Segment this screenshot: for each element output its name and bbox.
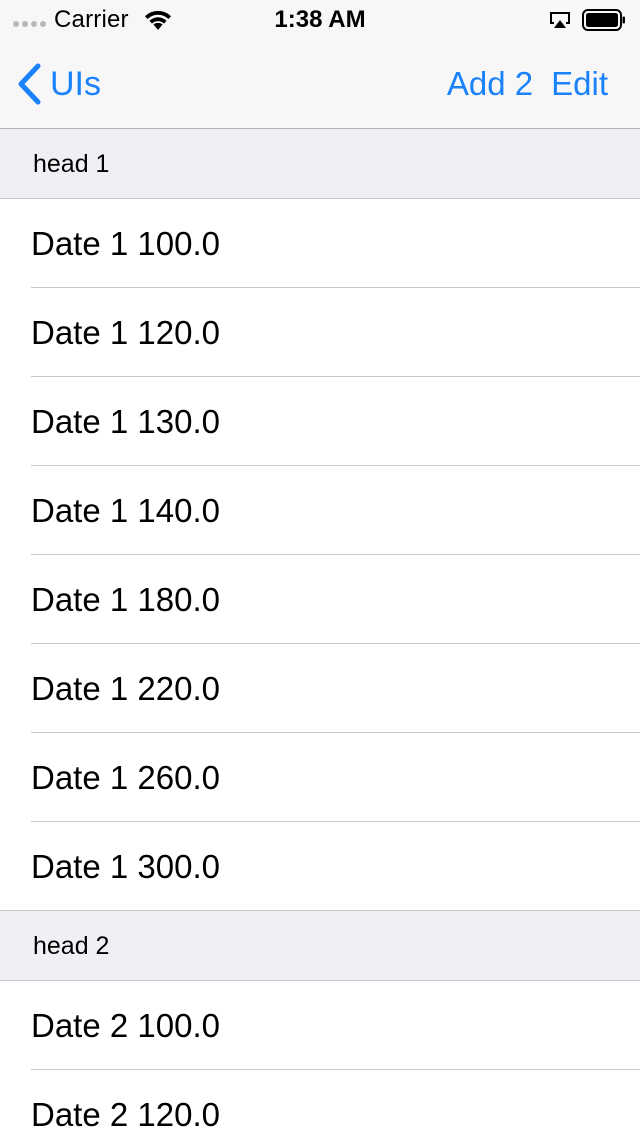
table-row[interactable]: Date 2 100.0 <box>0 981 640 1070</box>
table-row[interactable]: Date 1 260.0 <box>0 733 640 822</box>
chevron-left-icon <box>18 63 41 105</box>
table-row[interactable]: Date 1 100.0 <box>0 199 640 288</box>
battery-icon <box>582 9 625 31</box>
table-row[interactable]: Date 1 300.0 <box>0 822 640 911</box>
airplay-icon <box>550 12 570 28</box>
table-row[interactable]: Date 1 140.0 <box>0 466 640 555</box>
navigation-bar: UIs Add 2 Edit <box>0 40 640 128</box>
back-button[interactable]: UIs <box>16 62 101 106</box>
table-row[interactable]: Date 1 130.0 <box>0 377 640 466</box>
table-row[interactable]: Date 1 180.0 <box>0 555 640 644</box>
status-time: 1:38 AM <box>274 6 366 33</box>
top-bar: Carrier 1:38 AM UIs Add 2 Edit <box>0 0 640 129</box>
status-bar: Carrier 1:38 AM <box>0 0 640 40</box>
back-button-label: UIs <box>50 65 101 103</box>
section-header: head 2 <box>0 911 640 981</box>
table-row[interactable]: Date 2 120.0 <box>0 1070 640 1136</box>
table-row[interactable]: Date 1 220.0 <box>0 644 640 733</box>
table-view[interactable]: head 1 Date 1 100.0 Date 1 120.0 Date 1 … <box>0 129 640 1136</box>
table-row[interactable]: Date 1 120.0 <box>0 288 640 377</box>
screen: Carrier 1:38 AM UIs Add 2 Edit head 1 Da… <box>0 0 640 1136</box>
section-header: head 1 <box>0 129 640 199</box>
nav-right-items: Add 2 Edit <box>447 62 608 106</box>
edit-button[interactable]: Edit <box>551 62 608 106</box>
add-button[interactable]: Add 2 <box>447 62 533 106</box>
